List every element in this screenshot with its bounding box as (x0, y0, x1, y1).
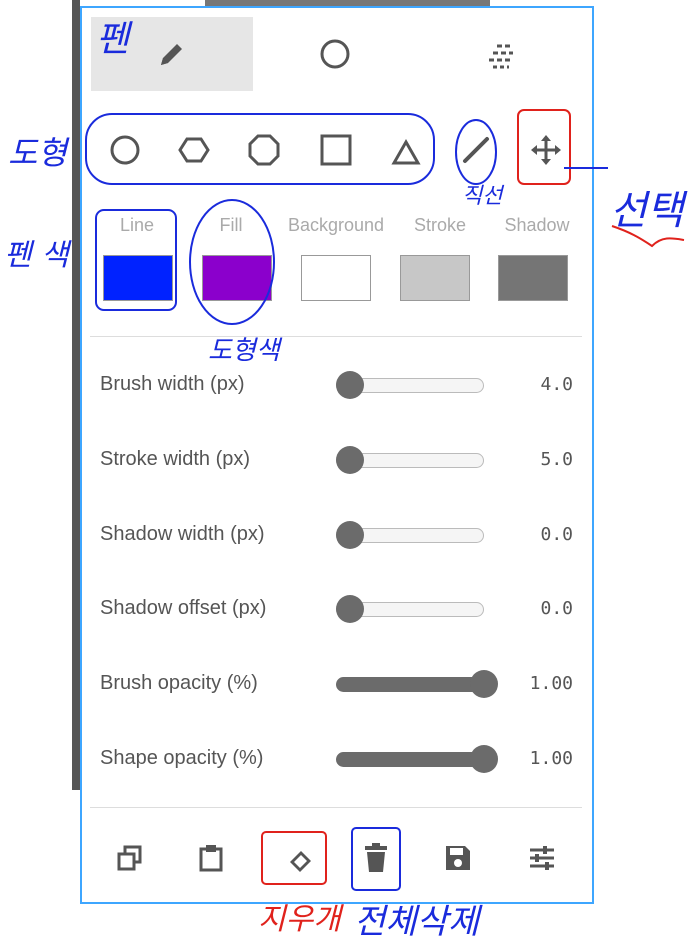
slider-thumb[interactable] (336, 521, 364, 549)
annotation-select: 선택 (610, 188, 684, 234)
move-icon (531, 135, 561, 165)
slider-value: 0.0 (540, 524, 573, 545)
color-label-shadow: Shadow (504, 215, 570, 235)
slider-thumb[interactable] (336, 446, 364, 474)
annotation-delete-all: 전체삭제 (354, 902, 480, 942)
slider-label: Shadow offset (px) (100, 597, 267, 619)
slider-label: Shape opacity (%) (100, 747, 264, 769)
color-label-line: Line (119, 215, 155, 235)
copy-icon (117, 845, 142, 871)
dashed-lines-icon (489, 44, 513, 69)
tab-shape[interactable] (315, 34, 355, 74)
circle-outline-icon (320, 39, 350, 69)
slider-label: Brush opacity (%) (100, 672, 258, 694)
slider-track[interactable] (336, 677, 484, 692)
octagon-icon (248, 134, 280, 166)
color-swatch-stroke[interactable] (400, 255, 470, 301)
slider-value: 1.00 (529, 748, 573, 769)
shape-tool-hexagon[interactable] (174, 130, 214, 170)
color-swatch-background[interactable] (301, 255, 371, 301)
annotation-pen-color: 펜 색 (4, 238, 69, 273)
slider-label: Brush width (px) (100, 373, 245, 395)
color-swatch-line[interactable] (103, 255, 173, 301)
color-label-fill: Fill (219, 215, 243, 235)
divider (90, 336, 582, 337)
color-label-stroke: Stroke (413, 215, 467, 235)
slider-value: 0.0 (540, 598, 573, 619)
divider (90, 807, 582, 808)
shape-tool-triangle[interactable] (386, 132, 426, 172)
triangle-icon (391, 138, 421, 165)
slider-thumb[interactable] (336, 371, 364, 399)
slider-track[interactable] (336, 752, 484, 767)
eraser-button[interactable] (281, 838, 321, 878)
eraser-icon (290, 851, 311, 872)
slider-label: Stroke width (px) (100, 448, 251, 470)
sliders-icon (530, 846, 554, 870)
save-button[interactable] (438, 838, 478, 878)
slider-label: Shadow width (px) (100, 523, 265, 545)
paste-button[interactable] (191, 838, 231, 878)
color-label-background: Background (287, 215, 385, 235)
circle-icon (110, 135, 140, 165)
hexagon-icon (178, 137, 210, 163)
annotation-eraser: 지우개 (258, 902, 341, 937)
line-tool[interactable] (456, 130, 496, 170)
slider-value: 1.00 (529, 673, 573, 694)
background-strip (72, 0, 80, 790)
shape-tool-circle[interactable] (105, 130, 145, 170)
shape-tool-square[interactable] (316, 130, 356, 170)
line-icon (463, 137, 489, 163)
color-swatch-fill[interactable] (202, 255, 272, 301)
save-icon (446, 846, 470, 870)
tab-effects[interactable] (480, 36, 520, 76)
settings-button[interactable] (522, 838, 562, 878)
slider-value: 4.0 (540, 374, 573, 395)
annotation-pen: 펜 (96, 19, 130, 60)
move-tool[interactable] (526, 130, 566, 170)
pencil-icon (161, 44, 182, 65)
slider-value: 5.0 (540, 449, 573, 470)
slider-thumb[interactable] (336, 595, 364, 623)
trash-icon (365, 843, 387, 872)
annotation-shape: 도형 (8, 134, 67, 172)
annotation-shape-color: 도형색 (208, 336, 280, 366)
square-icon (320, 134, 352, 166)
copy-button[interactable] (110, 838, 150, 878)
slider-thumb[interactable] (470, 670, 498, 698)
slider-thumb[interactable] (470, 745, 498, 773)
clipboard-icon (199, 845, 223, 872)
delete-all-button[interactable] (356, 838, 396, 878)
color-swatch-shadow[interactable] (498, 255, 568, 301)
shape-tool-octagon[interactable] (244, 130, 284, 170)
tab-pen[interactable] (152, 34, 192, 74)
annotation-line: 직선 (462, 184, 503, 209)
